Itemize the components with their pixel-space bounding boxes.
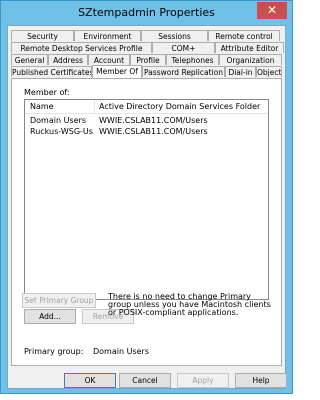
tab-remote-control[interactable]: Remote control bbox=[208, 30, 280, 41]
set-primary-group-label: Set Primary Group bbox=[24, 296, 94, 305]
tab-address[interactable]: Address bbox=[48, 54, 88, 65]
member-of-list[interactable]: Name Active Directory Domain Services Fo… bbox=[24, 99, 269, 300]
close-icon: ✕ bbox=[266, 3, 278, 17]
row-name: Ruckus-WSG-Us... bbox=[30, 127, 94, 136]
tab-account[interactable]: Account bbox=[88, 54, 130, 65]
tab-general[interactable]: General bbox=[11, 54, 48, 65]
tab-com-plus[interactable]: COM+ bbox=[152, 42, 215, 53]
member-of-panel: Member of: Name Active Directory Domain … bbox=[11, 78, 282, 366]
tab-organization[interactable]: Organization bbox=[219, 54, 282, 65]
row-name: Domain Users bbox=[30, 116, 86, 125]
apply-button-label: Apply bbox=[192, 376, 214, 385]
primary-group-value: Domain Users bbox=[93, 347, 149, 356]
column-header-folder[interactable]: Active Directory Domain Services Folder bbox=[99, 102, 260, 111]
add-button[interactable]: Add... bbox=[24, 309, 76, 324]
set-primary-group-button[interactable]: Set Primary Group bbox=[22, 293, 96, 308]
primary-group-note: There is no need to change Primary group… bbox=[108, 292, 271, 317]
tab-remote-desktop-services-profile[interactable]: Remote Desktop Services Profile bbox=[11, 42, 152, 53]
help-button-label: Help bbox=[252, 376, 270, 385]
list-header: Name Active Directory Domain Services Fo… bbox=[25, 100, 268, 114]
window-title: SZtempadmin Properties bbox=[78, 6, 215, 19]
tab-object[interactable]: Object bbox=[256, 66, 282, 77]
table-row[interactable]: Ruckus-WSG-Us... WWIE.CSLAB11.COM/Users bbox=[25, 127, 268, 138]
tab-security[interactable]: Security bbox=[11, 30, 74, 41]
dialog-client-area: Security Environment Sessions Remote con… bbox=[7, 25, 286, 389]
cancel-button[interactable]: Cancel bbox=[119, 373, 171, 388]
apply-button[interactable]: Apply bbox=[177, 373, 229, 388]
tab-profile[interactable]: Profile bbox=[130, 54, 166, 65]
table-row[interactable]: Domain Users WWIE.CSLAB11.COM/Users bbox=[25, 116, 268, 127]
tab-password-replication[interactable]: Password Replication bbox=[142, 66, 225, 77]
close-button[interactable]: ✕ bbox=[257, 2, 287, 19]
tab-environment[interactable]: Environment bbox=[74, 30, 141, 41]
column-header-name[interactable]: Name bbox=[30, 102, 54, 111]
tab-attribute-editor[interactable]: Attribute Editor bbox=[215, 42, 284, 53]
tab-telephones[interactable]: Telephones bbox=[166, 54, 219, 65]
tab-member-of[interactable]: Member Of bbox=[92, 65, 142, 78]
help-button[interactable]: Help bbox=[235, 373, 287, 388]
tab-dial-in[interactable]: Dial-in bbox=[225, 66, 256, 77]
ok-button-label: OK bbox=[84, 376, 96, 385]
tab-published-certificates[interactable]: Published Certificates bbox=[11, 66, 92, 77]
properties-window: SZtempadmin Properties ✕ Security Enviro… bbox=[0, 0, 293, 394]
row-folder: WWIE.CSLAB11.COM/Users bbox=[99, 116, 208, 125]
column-divider[interactable] bbox=[94, 100, 95, 113]
tab-sessions[interactable]: Sessions bbox=[141, 30, 208, 41]
primary-group-label: Primary group: bbox=[24, 347, 84, 356]
add-button-label: Add... bbox=[39, 312, 61, 321]
cancel-button-label: Cancel bbox=[132, 376, 158, 385]
member-of-label: Member of: bbox=[24, 88, 70, 97]
row-folder: WWIE.CSLAB11.COM/Users bbox=[99, 127, 208, 136]
ok-button[interactable]: OK bbox=[64, 373, 116, 388]
title-bar[interactable]: SZtempadmin Properties ✕ bbox=[1, 1, 292, 25]
